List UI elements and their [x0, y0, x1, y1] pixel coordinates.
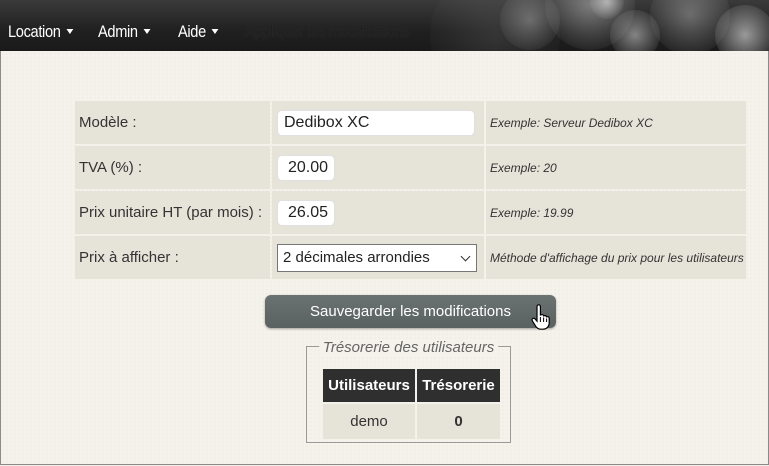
vat-input[interactable]: [277, 154, 335, 181]
top-navbar: Location Admin Aide Appliquer les modifi…: [0, 0, 769, 51]
navbar-decoration: [590, 0, 624, 19]
navbar-decoration: [545, 0, 635, 50]
treasury-legend: Trésorerie des utilisateurs: [318, 339, 499, 356]
column-header-users: Utilisateurs: [323, 369, 415, 402]
user-cell: demo: [323, 404, 415, 439]
field-hint: Méthode d'affichage du prix pour les uti…: [486, 236, 746, 279]
save-button[interactable]: Sauvegarder les modifications: [265, 295, 556, 328]
nav-menu-aide[interactable]: Aide: [178, 22, 219, 42]
field-label: Prix à afficher :: [75, 236, 270, 279]
form-row-model: Modèle : Exemple: Serveur Dedibox XC: [75, 101, 746, 144]
field-cell: [272, 101, 484, 144]
settings-form: Modèle : Exemple: Serveur Dedibox XC TVA…: [73, 99, 748, 281]
caret-down-icon: [143, 29, 151, 35]
navbar-decoration: [650, 0, 730, 51]
column-header-treasury: Trésorerie: [417, 369, 500, 402]
treasury-fieldset: Trésorerie des utilisateurs Utilisateurs…: [306, 339, 511, 443]
nav-menu-label: Admin: [98, 22, 138, 41]
model-input[interactable]: [277, 109, 475, 136]
unit-price-input[interactable]: [277, 199, 335, 226]
navbar-decoration: [500, 0, 560, 50]
amount-cell: 0: [417, 404, 500, 439]
field-hint: Exemple: 20: [486, 146, 746, 189]
field-cell: [272, 191, 484, 234]
form-row-unit-price: Prix unitaire HT (par mois) : Exemple: 1…: [75, 191, 746, 234]
field-hint: Exemple: Serveur Dedibox XC: [486, 101, 746, 144]
field-cell: [272, 146, 484, 189]
treasury-header-row: Utilisateurs Trésorerie: [323, 369, 500, 402]
field-cell: 2 décimales arrondies: [272, 236, 484, 279]
caret-down-icon: [66, 29, 74, 35]
navbar-decoration: [715, 5, 769, 51]
form-row-vat: TVA (%) : Exemple: 20: [75, 146, 746, 189]
caret-down-icon: [211, 29, 219, 35]
nav-menu-label: Location: [8, 22, 61, 41]
form-row-price-display: Prix à afficher : 2 décimales arrondies …: [75, 236, 746, 279]
apply-changes-link[interactable]: Appliquer les modifications: [245, 22, 410, 42]
chevron-down-icon: [460, 251, 471, 261]
navbar-decoration: [430, 0, 560, 51]
field-label: Modèle :: [75, 101, 270, 144]
hand-pointer-icon: [531, 304, 550, 330]
navbar-decoration: [610, 10, 660, 51]
nav-menu-admin[interactable]: Admin: [98, 22, 151, 42]
select-value: 2 décimales arrondies: [283, 249, 430, 266]
nav-menu-label: Aide: [178, 22, 206, 41]
price-display-select[interactable]: 2 décimales arrondies: [277, 243, 477, 272]
treasury-table: Utilisateurs Trésorerie demo 0: [321, 367, 502, 441]
field-hint: Exemple: 19.99: [486, 191, 746, 234]
table-row: demo 0: [323, 404, 500, 439]
nav-menu-location[interactable]: Location: [8, 22, 74, 42]
field-label: Prix unitaire HT (par mois) :: [75, 191, 270, 234]
field-label: TVA (%) :: [75, 146, 270, 189]
